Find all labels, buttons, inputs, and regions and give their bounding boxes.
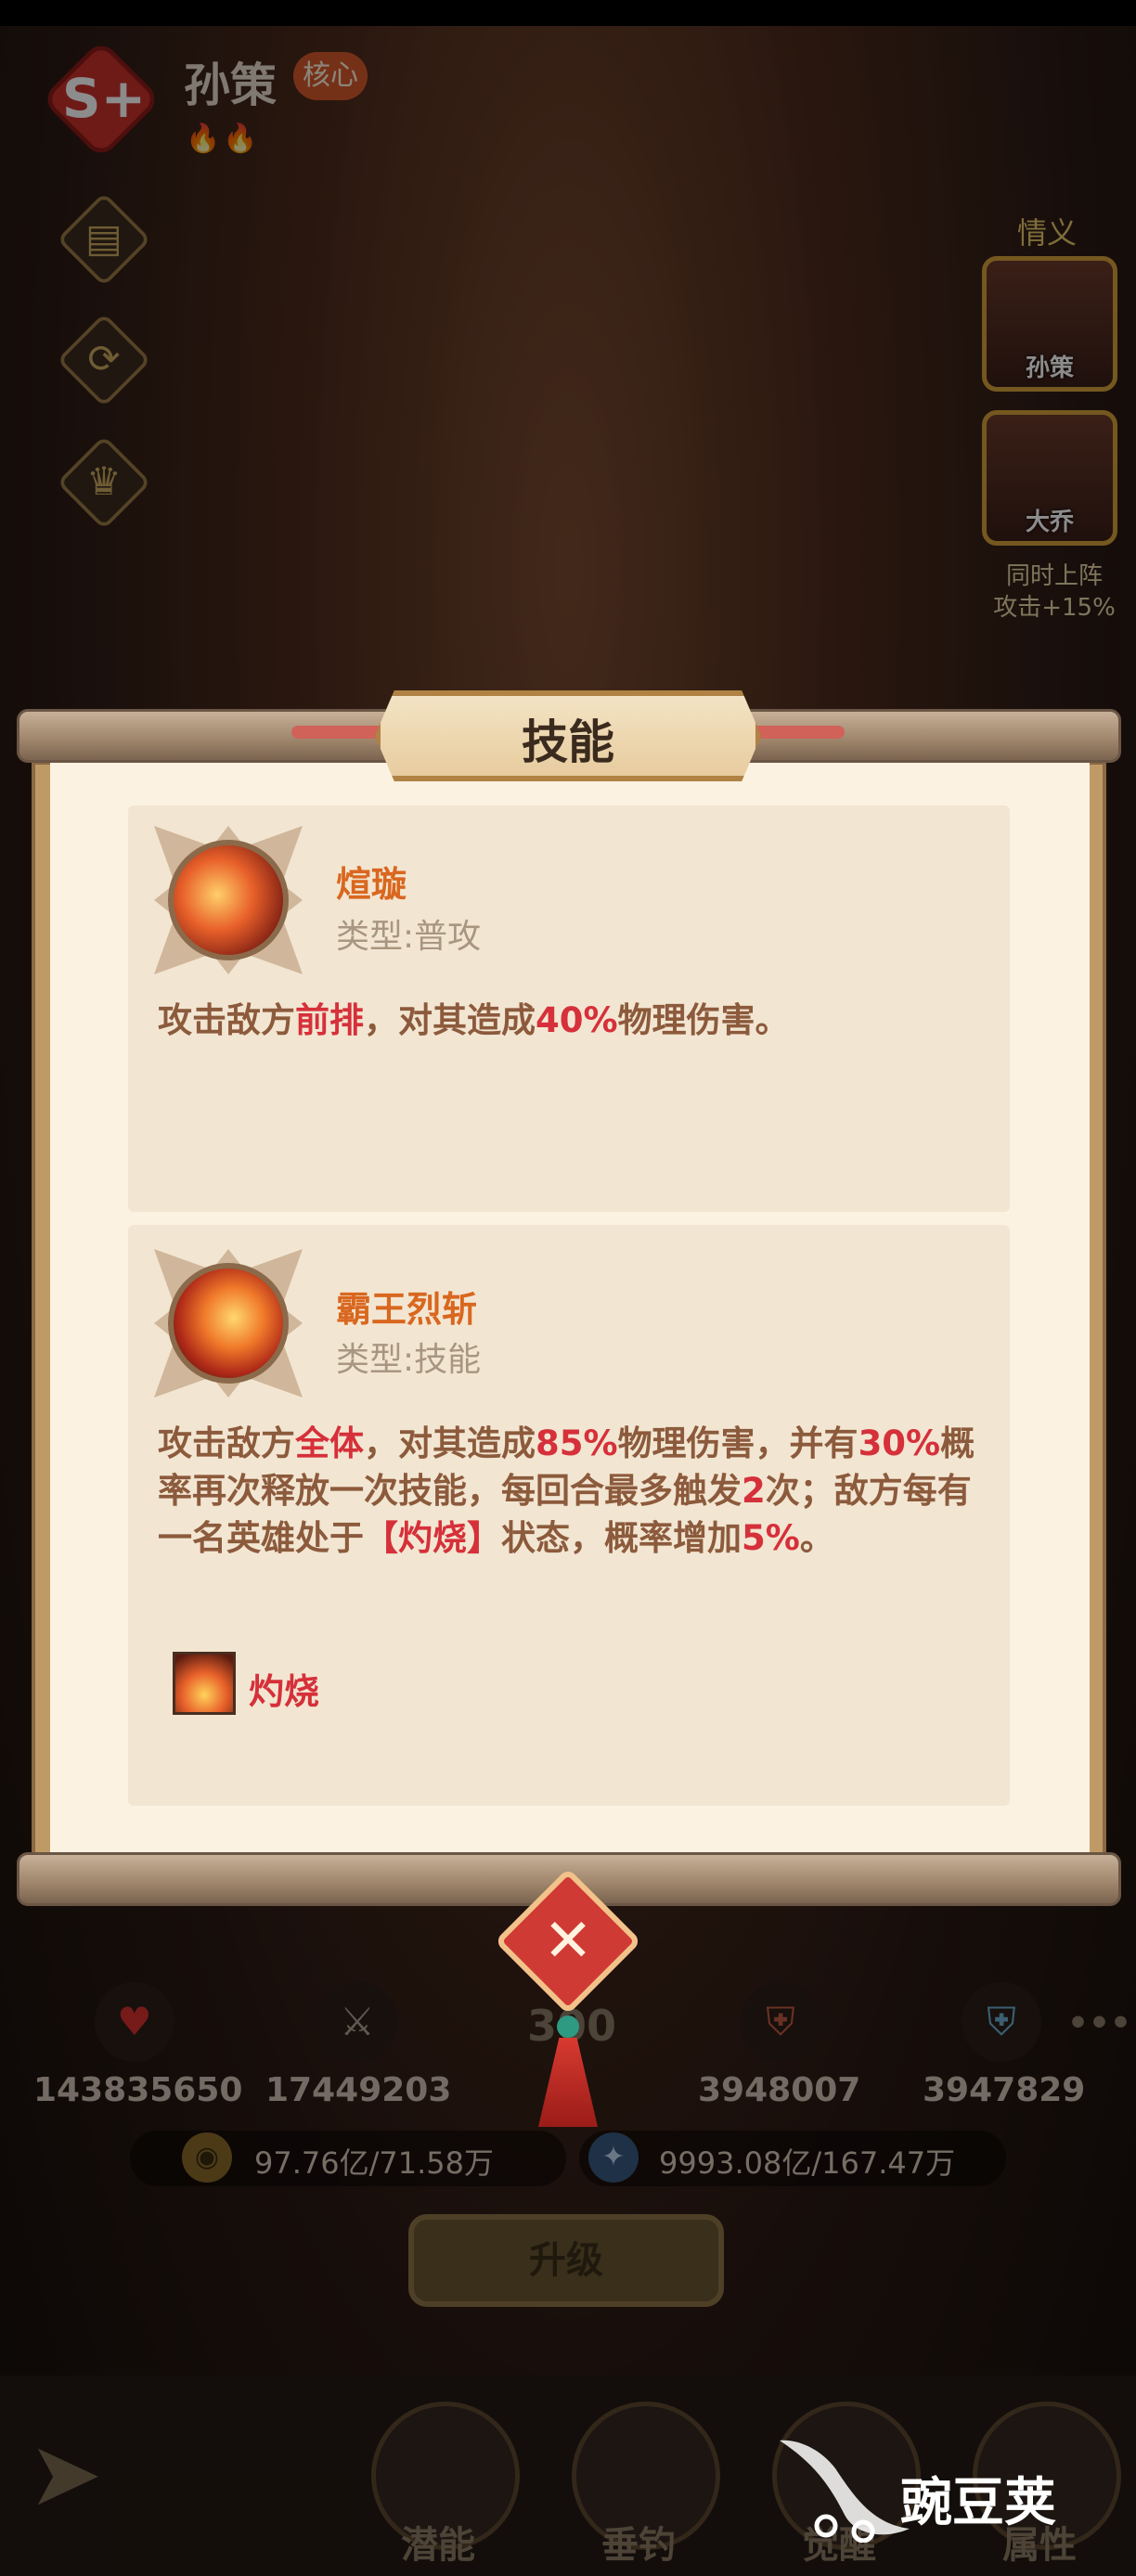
skill-description: 攻击敌方全体，对其造成85%物理伤害，并有30%概率再次释放一次技能，每回合最多… — [158, 1420, 984, 1562]
skill-desc-highlight: 2 — [742, 1471, 766, 1511]
skill-desc-text: 物理伤害。 — [617, 1000, 790, 1040]
skill-desc-highlight: 85% — [536, 1423, 618, 1463]
skill-desc-highlight: 【灼烧】 — [364, 1518, 501, 1558]
watermark-text: 豌豆荚 — [900, 2473, 1056, 2533]
skill-desc-text: 物理伤害，并有 — [617, 1423, 858, 1463]
skill-desc-text: 。 — [799, 1518, 834, 1558]
fire-blade-skill-icon[interactable] — [168, 840, 289, 960]
skill-desc-highlight: 30% — [858, 1423, 941, 1463]
skill-desc-text: ，对其造成 — [364, 1423, 536, 1463]
skill-desc-highlight: 40% — [536, 1000, 618, 1040]
dialog-title: 技能 — [522, 715, 614, 769]
burn-status-icon[interactable] — [173, 1652, 236, 1715]
tassel-knot — [557, 2016, 579, 2038]
skill-name: 霸王烈斩 — [336, 1289, 478, 1330]
skill-type: 类型:普攻 — [336, 918, 482, 956]
skill-desc-highlight: 前排 — [295, 1000, 364, 1040]
skill-desc-text: 攻击敌方 — [158, 1423, 295, 1463]
flame-slash-skill-icon[interactable] — [168, 1263, 289, 1384]
skill-description: 攻击敌方前排，对其造成40%物理伤害。 — [158, 997, 984, 1044]
skill-desc-text: ，对其造成 — [364, 1000, 536, 1040]
skill-desc-text: 状态，概率增加 — [501, 1518, 742, 1558]
status-effect-name[interactable]: 灼烧 — [249, 1663, 319, 1714]
skill-desc-highlight: 全体 — [295, 1423, 364, 1463]
close-icon[interactable]: ✕ — [516, 1893, 620, 1997]
skill-desc-highlight: 5% — [742, 1518, 800, 1558]
skill-name: 煊璇 — [336, 864, 407, 905]
skill-type: 类型:技能 — [336, 1341, 482, 1379]
skill-desc-text: 攻击敌方 — [158, 1000, 295, 1040]
